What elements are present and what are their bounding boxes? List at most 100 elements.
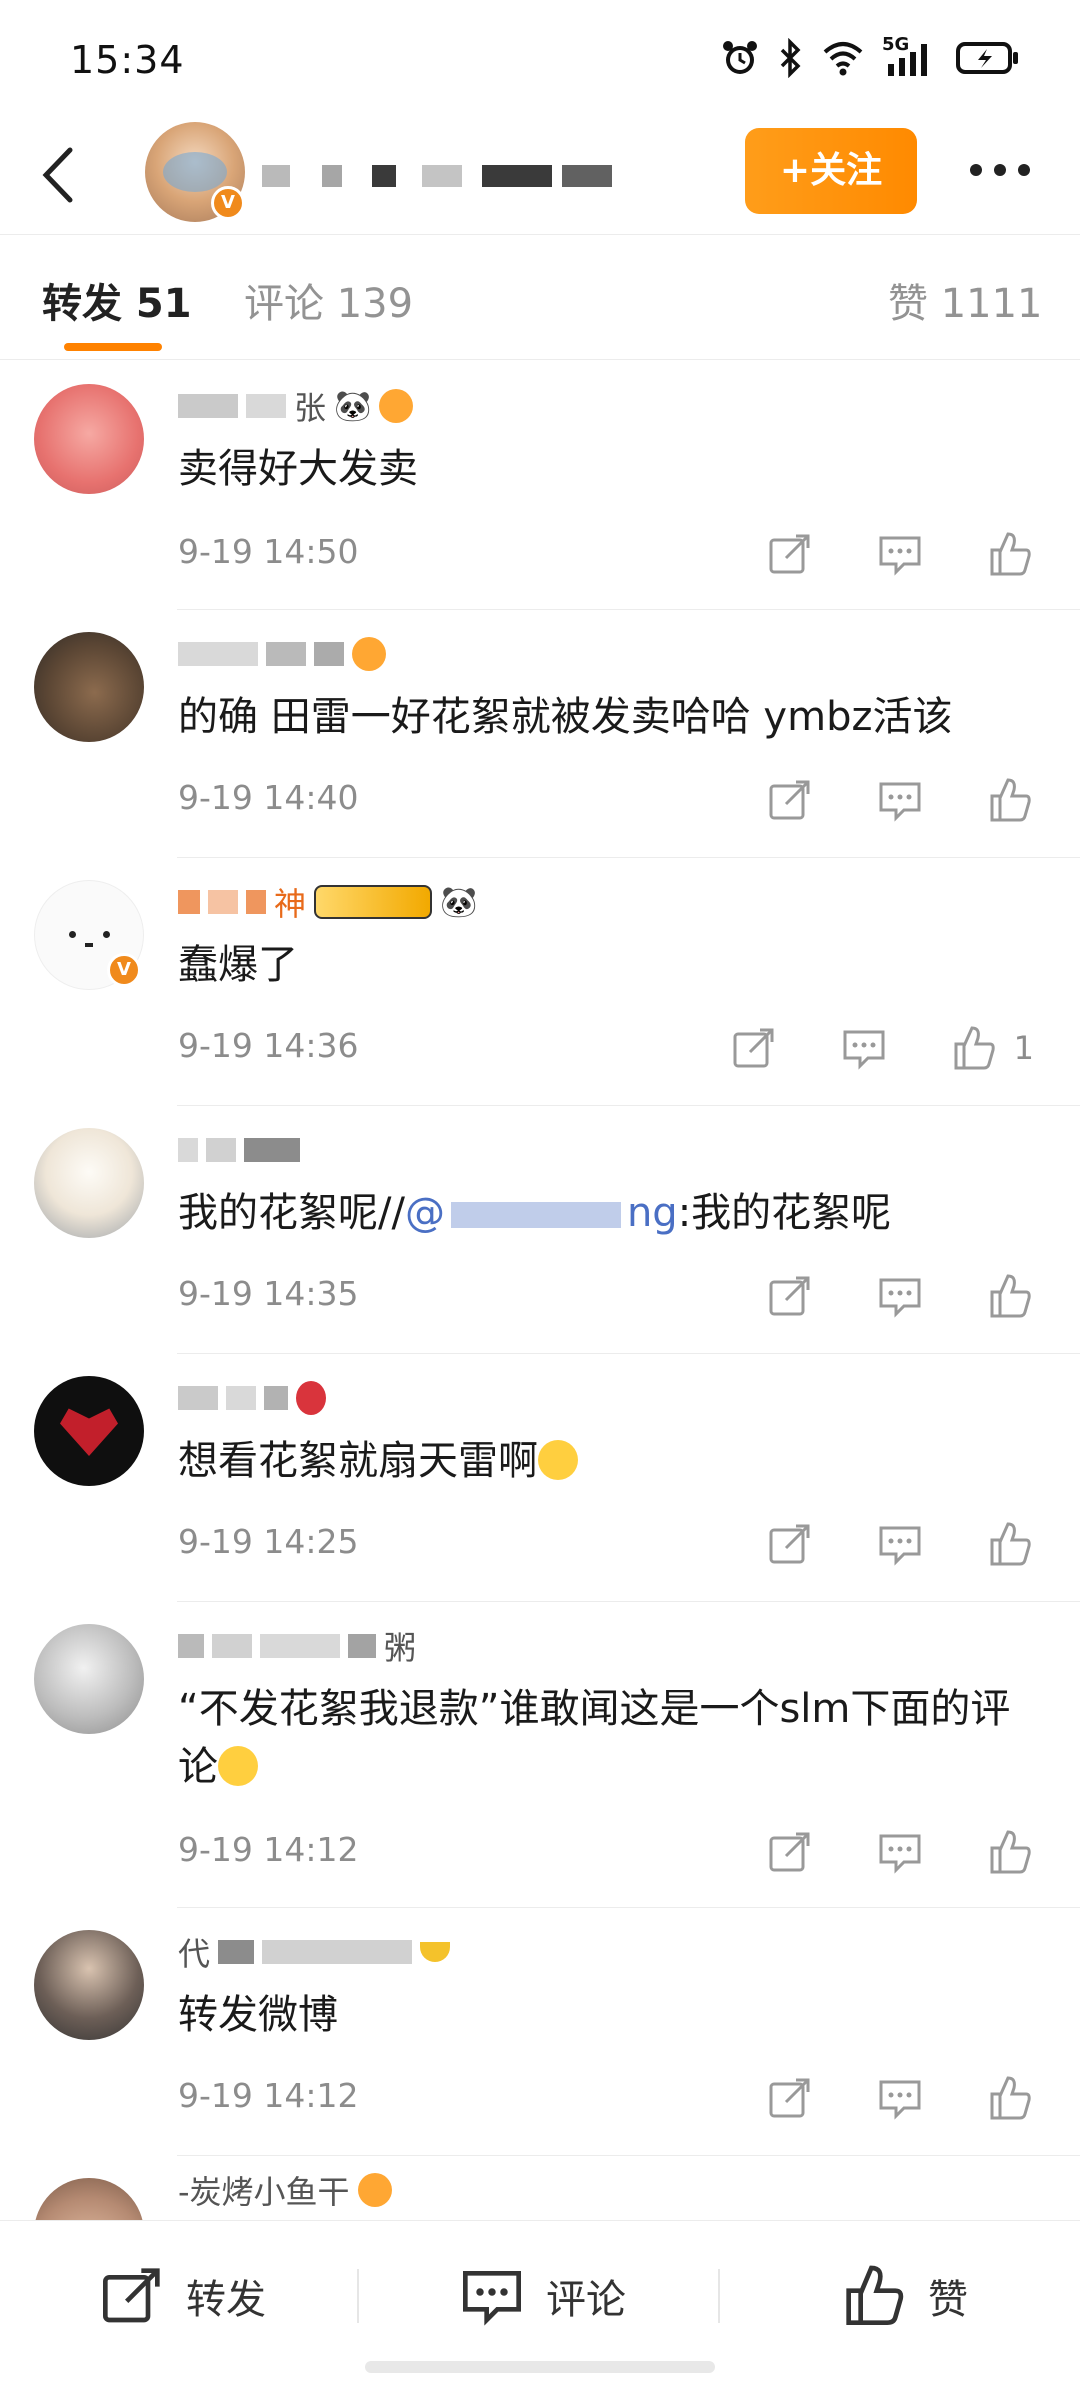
timestamp: 9-19 14:25 xyxy=(178,1522,359,1561)
user-name[interactable]: 神 🐼 xyxy=(178,880,477,924)
battery-charging-icon xyxy=(956,42,1018,74)
fish-badge-icon xyxy=(357,2173,392,2207)
list-item[interactable]: 代 转发微博 9-19 14:12 xyxy=(0,1908,1080,2156)
timestamp: 9-19 14:35 xyxy=(178,1274,359,1313)
user-mention-link[interactable]: @ ng xyxy=(405,1190,678,1236)
comment-button[interactable]: 评论 xyxy=(460,2261,626,2331)
like-icon[interactable] xyxy=(986,2074,1034,2122)
repost-label: 转发 xyxy=(186,2277,266,2323)
avatar[interactable] xyxy=(34,632,144,742)
comment-icon[interactable] xyxy=(876,1828,924,1876)
tab-comments[interactable]: 评论 139 xyxy=(244,271,413,329)
avatar[interactable] xyxy=(34,1376,144,1486)
repost-icon[interactable] xyxy=(766,1272,814,1320)
repost-text: 的确 田雷一好花絮就被发卖哈哈 ymbz活该 xyxy=(178,694,953,740)
item-actions xyxy=(704,776,1034,824)
list-item[interactable]: 的确 田雷一好花絮就被发卖哈哈 ymbz活该 9-19 14:40 xyxy=(0,610,1080,858)
list-item[interactable]: 我的花絮呢//@ ng:我的花絮呢 9-19 14:35 xyxy=(0,1106,1080,1354)
avatar[interactable] xyxy=(34,1930,144,2040)
repost-text: 转发微博 xyxy=(178,1992,338,2038)
avatar[interactable]: V xyxy=(34,880,144,990)
repost-icon[interactable] xyxy=(766,776,814,824)
item-actions xyxy=(704,530,1034,578)
comment-label: 评论 xyxy=(546,2277,626,2323)
cellular-signal-icon: 5G xyxy=(882,34,938,78)
tab-likes[interactable]: 赞 1111 xyxy=(888,271,1043,329)
repost-icon[interactable] xyxy=(766,1520,814,1568)
crying-emoji-icon xyxy=(218,1746,258,1786)
fish-badge-icon xyxy=(352,637,386,671)
repost-text: 想看花絮就扇天雷啊 xyxy=(178,1432,1038,1490)
verified-badge-icon: V xyxy=(107,953,141,987)
author-name-obscured[interactable] xyxy=(262,155,622,195)
comment-icon[interactable] xyxy=(876,1520,924,1568)
list-item[interactable]: -炭烤小鱼干 xyxy=(0,2156,1080,2220)
bottom-action-bar: 转发 评论 赞 xyxy=(0,2220,1080,2382)
avatar[interactable] xyxy=(34,1128,144,1238)
user-name[interactable]: 粥 xyxy=(178,1624,416,1668)
home-indicator[interactable] xyxy=(365,2361,715,2373)
timestamp: 9-19 14:40 xyxy=(178,778,359,817)
user-name[interactable]: -炭烤小鱼干 xyxy=(178,2168,392,2212)
user-name[interactable] xyxy=(178,1376,326,1420)
user-name[interactable]: 张 🐼 xyxy=(178,384,414,428)
bluetooth-icon xyxy=(780,38,801,78)
repost-icon[interactable] xyxy=(730,1024,778,1072)
comment-icon xyxy=(463,2271,521,2326)
tab-bar: 转发 51 评论 139 赞 1111 xyxy=(0,235,1080,360)
repost-text: 卖得好大发卖 xyxy=(178,446,418,492)
repost-icon[interactable] xyxy=(766,2074,814,2122)
repost-icon[interactable] xyxy=(766,1828,814,1876)
like-icon[interactable] xyxy=(986,1272,1034,1320)
user-name[interactable] xyxy=(178,632,386,676)
list-item[interactable]: 粥 “不发花絮我退款”谁敢闻这是一个slm下面的评论 9-19 14:12 xyxy=(0,1602,1080,1908)
more-options-icon[interactable] xyxy=(968,160,1032,180)
timestamp: 9-19 14:12 xyxy=(178,1830,359,1869)
user-name[interactable]: 代 xyxy=(178,1930,451,1974)
comment-icon[interactable] xyxy=(876,2074,924,2122)
bird-badge-icon xyxy=(296,1381,326,1415)
like-button[interactable]: 赞 xyxy=(842,2261,968,2331)
repost-text: “不发花絮我退款”谁敢闻这是一个slm下面的评论 xyxy=(178,1686,1011,1790)
tab-reposts[interactable]: 转发 51 xyxy=(42,271,192,329)
fish-badge-icon xyxy=(379,389,414,423)
user-name[interactable] xyxy=(178,1128,300,1172)
repost-icon xyxy=(103,2268,160,2323)
like-label: 赞 xyxy=(928,2277,968,2323)
status-time: 15:34 xyxy=(70,38,185,82)
repost-text: 蠢爆了 xyxy=(178,942,298,988)
comment-icon[interactable] xyxy=(840,1024,888,1072)
repost-icon[interactable] xyxy=(766,530,814,578)
timestamp: 9-19 14:12 xyxy=(178,2076,359,2115)
avatar[interactable] xyxy=(34,1624,144,1734)
follow-button[interactable]: +关注 xyxy=(745,128,917,214)
banana-badge-icon xyxy=(420,1942,451,1962)
like-icon[interactable] xyxy=(986,1520,1034,1568)
comment-icon[interactable] xyxy=(876,1272,924,1320)
timestamp: 9-19 14:36 xyxy=(178,1026,359,1065)
active-tab-indicator xyxy=(64,343,162,351)
list-item[interactable]: 想看花絮就扇天雷啊 9-19 14:25 xyxy=(0,1354,1080,1602)
vip-crown-badge-icon xyxy=(314,885,433,919)
list-item[interactable]: 张 🐼 卖得好大发卖 9-19 14:50 xyxy=(0,362,1080,610)
rolling-eyes-emoji-icon xyxy=(538,1440,578,1480)
comment-icon[interactable] xyxy=(876,776,924,824)
wifi-icon xyxy=(823,42,863,76)
author-avatar[interactable]: V xyxy=(145,122,245,222)
like-icon[interactable] xyxy=(986,530,1034,578)
avatar[interactable] xyxy=(34,384,144,494)
status-bar: 15:34 5G xyxy=(0,0,1080,120)
back-arrow-icon[interactable] xyxy=(36,142,86,208)
like-count: 1 xyxy=(1013,1029,1034,1067)
like-icon[interactable] xyxy=(986,776,1034,824)
repost-button[interactable]: 转发 xyxy=(100,2261,266,2331)
status-icons: 5G xyxy=(720,34,1020,78)
comment-icon[interactable] xyxy=(876,530,924,578)
timestamp: 9-19 14:50 xyxy=(178,532,359,571)
avatar[interactable] xyxy=(34,2178,144,2220)
list-item[interactable]: V 神 🐼 蠢爆了 9-19 14:36 1 xyxy=(0,858,1080,1106)
like-icon[interactable] xyxy=(950,1024,998,1072)
like-icon xyxy=(846,2265,904,2325)
item-actions: 1 xyxy=(668,1024,1034,1072)
like-icon[interactable] xyxy=(986,1828,1034,1876)
